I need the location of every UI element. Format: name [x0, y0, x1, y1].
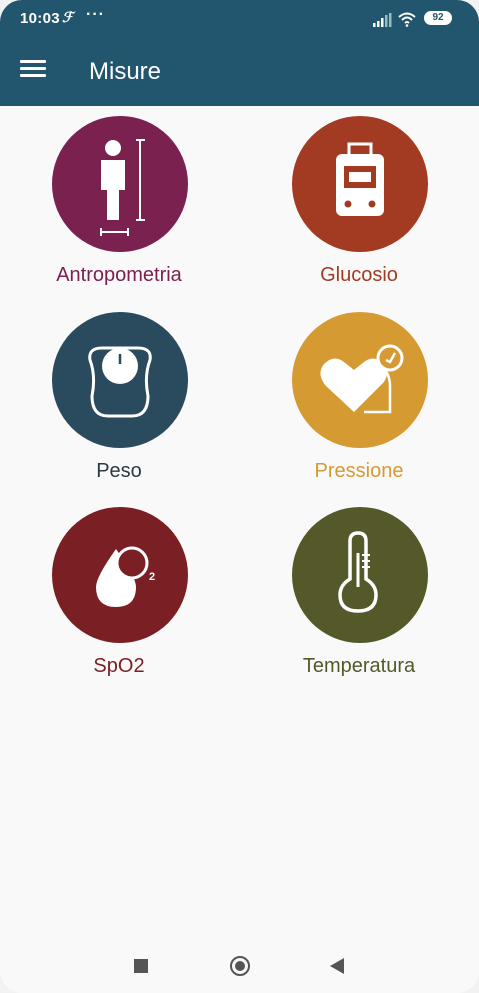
app-notification-icon: ℱ [62, 9, 74, 25]
page-title: Misure [89, 58, 162, 85]
tile-label-peso: Peso [96, 460, 142, 482]
phone-screen: 10:03 ℱ ··· 92 Misure Antropometria Gluc… [0, 0, 479, 993]
square-recents-icon[interactable] [134, 959, 148, 973]
tile-pressione[interactable]: Pressione [259, 312, 459, 492]
tile-temperatura[interactable]: Temperatura [259, 507, 459, 687]
status-dots: ··· [86, 6, 105, 23]
tile-label-antropometria: Antropometria [56, 264, 182, 286]
wifi-icon [398, 12, 416, 27]
app-bar: Misure [0, 38, 479, 106]
spo2-circle: 2 [52, 507, 188, 643]
oxygen-drop-icon: 2 [96, 546, 155, 607]
triangle-back-icon[interactable] [330, 958, 344, 974]
circle-home-icon[interactable] [230, 956, 250, 976]
tile-antropometria[interactable]: Antropometria [19, 116, 219, 296]
status-time: 10:03 [20, 10, 60, 27]
tile-label-pressione: Pressione [314, 460, 404, 482]
scale-icon [88, 346, 152, 418]
tile-label-glucosio: Glucosio [320, 264, 398, 286]
glucometer-icon [336, 142, 384, 216]
tile-label-temperatura: Temperatura [302, 655, 416, 677]
navigation-bar [0, 938, 479, 993]
tile-label-spo2: SpO2 [93, 655, 145, 677]
tile-peso[interactable]: Peso [19, 312, 219, 492]
person-height-icon [100, 139, 145, 236]
glucosio-circle [292, 116, 428, 252]
pressione-circle [292, 312, 428, 448]
svg-text:2: 2 [149, 571, 155, 583]
heart-pressure-icon [320, 344, 404, 414]
signal-icon [373, 13, 392, 27]
tile-spo2[interactable]: 2 SpO2 [19, 507, 219, 687]
antropometria-circle [52, 116, 188, 252]
status-bar: 10:03 ℱ ··· 92 [0, 0, 479, 38]
peso-circle [52, 312, 188, 448]
temperatura-circle [292, 507, 428, 643]
hamburger-menu-icon[interactable] [20, 60, 46, 82]
battery-indicator: 92 [424, 11, 452, 25]
tile-glucosio[interactable]: Glucosio [259, 116, 459, 296]
thermometer-icon [338, 531, 378, 613]
